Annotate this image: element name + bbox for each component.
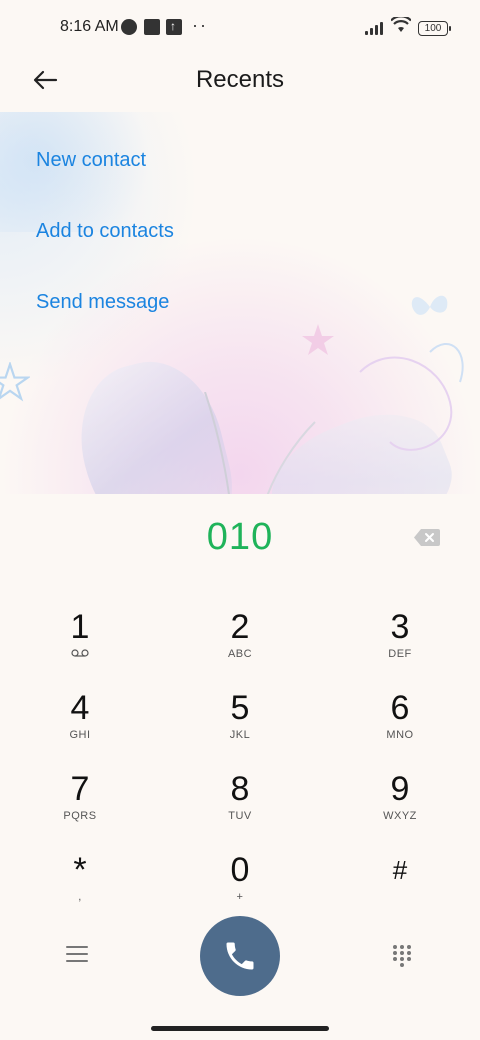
- key-letters: DEF: [388, 648, 412, 660]
- page-title: Recents: [195, 66, 285, 93]
- key-digit: 6: [390, 689, 410, 727]
- send-message-link[interactable]: Send message: [36, 291, 169, 314]
- key-hash[interactable]: #: [340, 851, 460, 921]
- key-digit: 4: [70, 689, 90, 727]
- key-digit: #: [392, 855, 408, 885]
- new-contact-link[interactable]: New contact: [36, 149, 146, 172]
- upload-icon: [166, 19, 182, 35]
- key-9[interactable]: 9 WXYZ: [340, 770, 460, 840]
- add-to-contacts-link[interactable]: Add to contacts: [36, 220, 174, 243]
- dialpad-icon[interactable]: [393, 945, 413, 967]
- key-1[interactable]: 1: [20, 608, 140, 678]
- key-5[interactable]: 5 JKL: [180, 689, 300, 759]
- wifi-icon: [390, 15, 412, 39]
- key-digit: 3: [390, 608, 410, 646]
- key-3[interactable]: 3 DEF: [340, 608, 460, 678]
- voicemail-icon: [20, 648, 140, 660]
- key-6[interactable]: 6 MNO: [340, 689, 460, 759]
- backspace-icon[interactable]: [414, 529, 440, 546]
- key-digit: 2: [230, 608, 250, 646]
- battery-icon: 100: [418, 21, 451, 36]
- key-digit: 0: [230, 851, 250, 889]
- key-letters: JKL: [229, 729, 251, 741]
- notification-icon: [144, 19, 160, 35]
- phone-icon: [226, 942, 254, 970]
- key-letters: ABC: [227, 648, 253, 660]
- home-indicator[interactable]: [151, 1026, 329, 1031]
- key-8[interactable]: 8 TUV: [180, 770, 300, 840]
- key-0[interactable]: 0 +: [180, 851, 300, 921]
- key-letters: PQRS: [63, 810, 97, 822]
- status-bar: 8:16 AM ·· 100: [0, 0, 480, 56]
- key-digit: 5: [230, 689, 250, 727]
- menu-icon[interactable]: [66, 946, 88, 966]
- more-notifications-icon: ··: [192, 15, 208, 35]
- key-digit: 1: [70, 608, 90, 646]
- call-button[interactable]: [200, 916, 280, 996]
- key-digit: *: [73, 851, 87, 889]
- signal-icon: [365, 21, 385, 35]
- key-digit: 9: [390, 770, 410, 808]
- key-letters: +: [236, 891, 244, 903]
- notification-icon: [121, 19, 137, 35]
- key-letters: GHI: [69, 729, 91, 741]
- key-star[interactable]: * ,: [20, 851, 140, 921]
- key-7[interactable]: 7 PQRS: [20, 770, 140, 840]
- key-digit: 8: [230, 770, 250, 808]
- key-letters: ,: [78, 891, 82, 903]
- key-digit: 7: [70, 770, 90, 808]
- key-letters: WXYZ: [383, 810, 417, 822]
- key-letters: MNO: [386, 729, 414, 741]
- dialed-number[interactable]: 010: [0, 516, 480, 559]
- status-time: 8:16 AM: [60, 18, 119, 35]
- key-2[interactable]: 2 ABC: [180, 608, 300, 678]
- key-letters: TUV: [228, 810, 252, 822]
- key-4[interactable]: 4 GHI: [20, 689, 140, 759]
